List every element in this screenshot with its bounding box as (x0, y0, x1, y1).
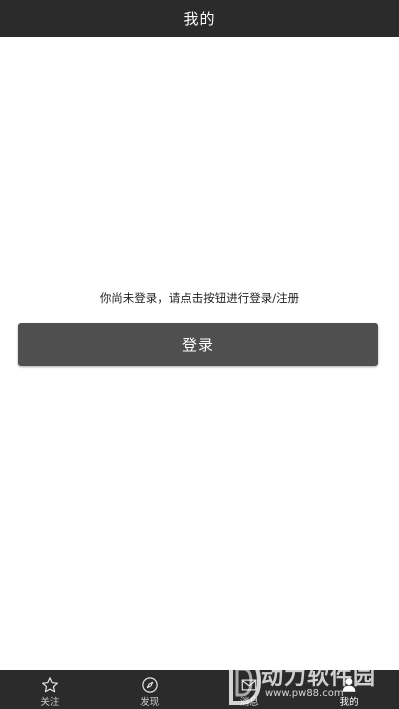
tab-label: 关注 (40, 697, 60, 708)
page-title: 我的 (183, 10, 216, 28)
bottom-tab-bar: 关注 发现 消息 我的 (0, 670, 399, 709)
tab-label: 我的 (339, 697, 359, 708)
compass-icon (140, 675, 160, 695)
login-button[interactable]: 登录 (18, 323, 378, 366)
tab-mine[interactable]: 我的 (299, 670, 399, 709)
tab-follow[interactable]: 关注 (0, 670, 100, 709)
header-bar: 我的 (0, 0, 399, 37)
star-icon (40, 675, 60, 695)
tab-messages[interactable]: 消息 (200, 670, 300, 709)
tab-label: 发现 (140, 697, 160, 708)
mail-icon (239, 675, 259, 695)
login-prompt-text: 你尚未登录，请点击按钮进行登录/注册 (99, 291, 300, 305)
user-icon (339, 675, 359, 695)
profile-screen: 我的 你尚未登录，请点击按钮进行登录/注册 登录 关注 发现 消息 我的 动力软… (0, 0, 399, 709)
tab-discover[interactable]: 发现 (100, 670, 200, 709)
tab-label: 消息 (239, 697, 259, 708)
